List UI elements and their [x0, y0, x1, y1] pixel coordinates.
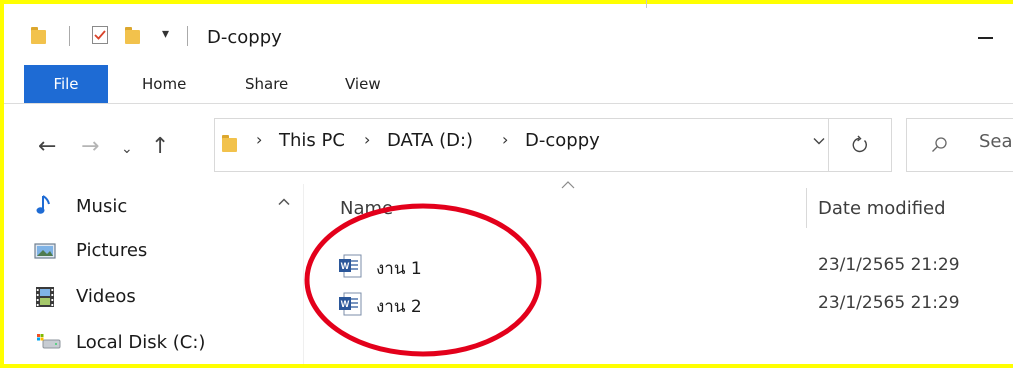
search-icon	[932, 137, 947, 152]
minimize-icon	[978, 37, 993, 39]
tab-view[interactable]: View	[345, 65, 381, 103]
title-bar: ▾ D-coppy	[4, 4, 1013, 60]
drive-icon	[37, 334, 61, 349]
column-header-name[interactable]: Name	[340, 198, 393, 219]
forward-arrow-icon[interactable]: →	[81, 132, 99, 162]
tab-share[interactable]: Share	[245, 65, 288, 103]
address-folder-icon	[222, 134, 237, 152]
qat-separator	[69, 26, 70, 46]
pictures-icon	[34, 243, 56, 259]
properties-check-icon[interactable]	[92, 26, 108, 44]
recent-locations-chevron-icon[interactable]: ⌄	[121, 134, 133, 164]
file-date-modified: 23/1/2565 21:29	[818, 293, 960, 313]
back-arrow-icon[interactable]: ←	[38, 132, 56, 162]
file-row[interactable]: W งาน 2 23/1/2565 21:29	[330, 288, 1010, 322]
pane-divider[interactable]	[303, 184, 304, 368]
highlight-top-edge	[0, 0, 1013, 4]
file-name: งาน 1	[376, 259, 422, 279]
sort-ascending-chevron-icon	[561, 181, 575, 189]
word-document-icon: W	[339, 292, 362, 316]
tab-file[interactable]: File	[24, 65, 108, 103]
address-dropdown-chevron-icon[interactable]	[813, 135, 825, 147]
breadcrumb-this-pc[interactable]: This PC	[279, 130, 345, 151]
ribbon-divider	[4, 103, 1013, 104]
nav-item-label: Local Disk (C:)	[76, 332, 206, 353]
word-document-icon: W	[339, 254, 362, 278]
nav-item-label: Pictures	[76, 240, 148, 261]
window-edge-mark	[646, 0, 647, 8]
svg-text:W: W	[341, 299, 350, 309]
file-date-modified: 23/1/2565 21:29	[818, 255, 960, 275]
minimize-button[interactable]	[964, 14, 1013, 50]
new-folder-icon[interactable]	[125, 26, 140, 44]
column-divider[interactable]	[806, 188, 807, 228]
file-name: งาน 2	[376, 297, 422, 317]
svg-text:W: W	[341, 261, 350, 271]
window-title: D-coppy	[207, 27, 282, 48]
customize-qat-icon[interactable]: ▾	[162, 26, 169, 42]
nav-item-label: Music	[76, 196, 128, 217]
folder-icon[interactable]	[31, 26, 46, 44]
breadcrumb-chevron-icon[interactable]: ›	[256, 130, 262, 149]
nav-scroll-up-chevron-icon[interactable]	[276, 194, 292, 210]
breadcrumb-chevron-icon[interactable]: ›	[502, 130, 508, 149]
breadcrumb-data-d[interactable]: DATA (D:)	[387, 130, 473, 151]
refresh-button[interactable]	[828, 118, 892, 172]
refresh-icon	[852, 135, 867, 153]
file-row[interactable]: W งาน 1 23/1/2565 21:29	[330, 250, 1010, 284]
music-note-icon	[36, 195, 50, 214]
breadcrumb-d-coppy[interactable]: D-coppy	[525, 130, 600, 151]
tab-home[interactable]: Home	[142, 65, 186, 103]
nav-item-label: Videos	[76, 286, 136, 307]
up-arrow-icon[interactable]: ↑	[151, 132, 169, 162]
column-header-date-modified[interactable]: Date modified	[818, 198, 946, 219]
ribbon-tabs: File Home Share View	[4, 65, 1013, 103]
title-separator	[187, 26, 188, 46]
search-placeholder: Sea	[979, 131, 1013, 152]
videos-icon	[36, 287, 54, 307]
breadcrumb-chevron-icon[interactable]: ›	[364, 130, 370, 149]
